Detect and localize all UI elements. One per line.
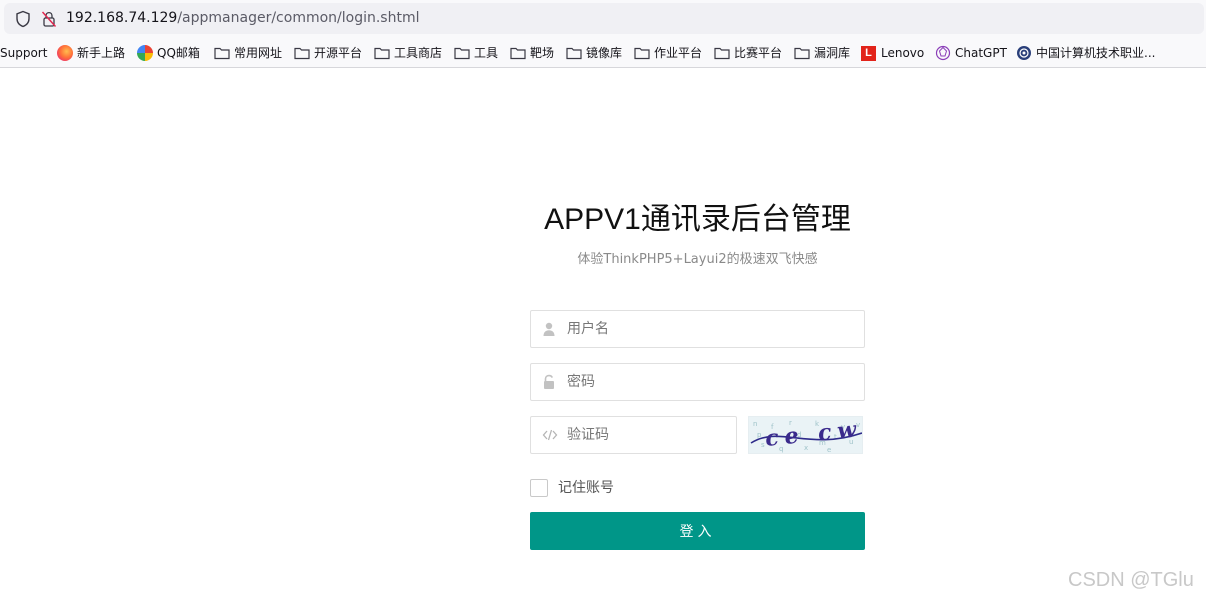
folder-icon (566, 47, 582, 60)
url-path: /appmanager/common/login.shtml (177, 10, 420, 26)
lenovo-icon: L (861, 45, 876, 61)
shield-icon[interactable] (14, 10, 32, 28)
bookmark-label: 工具 (474, 46, 499, 60)
bookmark-folder-common[interactable]: 常用网址 (214, 44, 282, 62)
bookmark-label: 比赛平台 (734, 46, 783, 60)
password-field (530, 363, 865, 401)
remember-me-checkbox[interactable]: 记住账号 (530, 479, 614, 497)
bookmark-folder-vulns[interactable]: 漏洞库 (794, 44, 850, 62)
user-icon (543, 322, 555, 336)
bookmark-label: 工具商店 (394, 46, 443, 60)
captcha-field (530, 416, 737, 454)
insecure-lock-icon[interactable] (40, 10, 58, 28)
folder-icon (714, 47, 730, 60)
watermark-text: CSDN @TGlu (1068, 569, 1194, 591)
code-icon (542, 429, 558, 441)
folder-icon (454, 47, 470, 60)
bookmark-label: 常用网址 (234, 46, 283, 60)
bookmarks-bar: Support 新手上路 QQ邮箱 常用网址 开源平台 工具商店 工具 靶场 镜… (0, 37, 1206, 68)
bookmark-label: Support (0, 46, 48, 60)
url-text[interactable]: 192.168.74.129/appmanager/common/login.s… (66, 9, 420, 27)
bookmark-chatgpt[interactable]: ChatGPT (935, 44, 1007, 62)
bookmark-label: 靶场 (530, 46, 555, 60)
qqmail-icon (137, 45, 153, 61)
bookmark-csia[interactable]: 中国计算机技术职业... (1016, 44, 1155, 62)
svg-text:s: s (761, 441, 765, 449)
username-input[interactable] (567, 311, 856, 347)
username-field (530, 310, 865, 348)
remember-me-label: 记住账号 (558, 480, 614, 496)
bookmark-qqmail[interactable]: QQ邮箱 (137, 44, 200, 62)
folder-icon (794, 47, 810, 60)
page-title: APPV1通讯录后台管理 (544, 203, 851, 236)
bookmark-folder-toolstore[interactable]: 工具商店 (374, 44, 442, 62)
bookmark-label: Lenovo (881, 46, 925, 60)
svg-text:e: e (827, 446, 831, 454)
svg-text:n: n (753, 420, 757, 428)
lock-icon (544, 374, 554, 389)
site-icon (1017, 46, 1031, 60)
folder-icon (214, 47, 230, 60)
bookmark-label: 新手上路 (77, 46, 126, 60)
folder-icon (634, 47, 650, 60)
bookmark-folder-images[interactable]: 镜像库 (566, 44, 622, 62)
browser-address-bar: 192.168.74.129/appmanager/common/login.s… (0, 0, 1206, 37)
folder-icon (510, 47, 526, 60)
folder-icon (294, 47, 310, 60)
url-field[interactable]: 192.168.74.129/appmanager/common/login.s… (4, 3, 1204, 34)
bookmark-label: 镜像库 (586, 46, 623, 60)
url-host: 192.168.74.129 (66, 10, 178, 26)
bookmark-label: ChatGPT (955, 46, 1007, 60)
bookmark-label: 作业平台 (654, 46, 703, 60)
bookmark-folder-tools[interactable]: 工具 (454, 44, 498, 62)
password-input[interactable] (567, 364, 856, 400)
bookmark-label: 中国计算机技术职业... (1036, 46, 1156, 60)
bookmark-label: QQ邮箱 (157, 46, 200, 60)
bookmark-folder-homework[interactable]: 作业平台 (634, 44, 702, 62)
captcha-input[interactable] (567, 417, 728, 453)
bookmark-support[interactable]: Support (0, 44, 47, 62)
page-subtitle: 体验ThinkPHP5+Layui2的极速双飞快感 (577, 252, 818, 267)
bookmark-label: 漏洞库 (814, 46, 851, 60)
checkbox-box[interactable] (530, 479, 548, 497)
bookmark-lenovo[interactable]: L Lenovo (861, 44, 924, 62)
bookmark-newbie[interactable]: 新手上路 (57, 44, 125, 62)
bookmark-folder-opensource[interactable]: 开源平台 (294, 44, 362, 62)
firefox-icon (57, 45, 73, 61)
chatgpt-icon (935, 45, 951, 61)
bookmark-folder-contest[interactable]: 比赛平台 (714, 44, 782, 62)
bookmark-label: 开源平台 (314, 46, 363, 60)
folder-icon (374, 47, 390, 60)
captcha-image[interactable]: nsf qrx key uvt pdm ce cw (748, 416, 863, 454)
login-button[interactable]: 登入 (530, 512, 865, 550)
bookmark-folder-range[interactable]: 靶场 (510, 44, 554, 62)
